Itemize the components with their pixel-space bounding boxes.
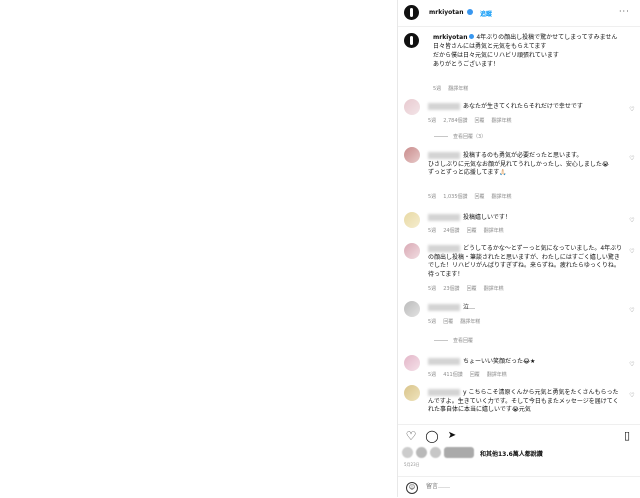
view-replies-link[interactable]: 查看回覆（3） <box>434 133 486 140</box>
comment-time: 5週 <box>428 286 437 292</box>
caption-translate-link[interactable]: 翻譯年糕 <box>448 86 468 92</box>
reply-link[interactable]: 回覆 <box>443 319 453 325</box>
comment-meta: 5週 24個讚 回覆 翻譯年糕 <box>428 227 511 234</box>
author-avatar[interactable] <box>404 5 419 20</box>
caption-time: 5週 <box>433 86 442 92</box>
like-heart-icon[interactable]: ♡ <box>629 107 635 113</box>
liker-avatar[interactable] <box>444 447 474 458</box>
like-heart-icon[interactable]: ♡ <box>629 218 635 224</box>
comment-likes[interactable]: 1,035個讚 <box>443 194 467 200</box>
comment-time: 5週 <box>428 194 437 200</box>
reply-link[interactable]: 回覆 <box>467 228 477 234</box>
more-options-icon[interactable]: ··· <box>619 7 630 16</box>
comment-likes[interactable]: 411個讚 <box>443 372 463 378</box>
commenter-avatar[interactable] <box>404 243 420 259</box>
translate-link[interactable]: 翻譯年糕 <box>484 286 504 292</box>
reply-link[interactable]: 回覆 <box>470 372 480 378</box>
comment-likes[interactable]: 23個讚 <box>443 286 459 292</box>
commenter-name[interactable] <box>428 358 460 365</box>
caption-meta: 5週 翻譯年糕 <box>433 85 475 92</box>
emoji-icon[interactable]: ☺ <box>406 482 418 494</box>
comment-meta: 5週 23個讚 回覆 翻譯年糕 <box>428 285 511 292</box>
commenter-name[interactable] <box>428 152 460 159</box>
post-caption: mrkiyotan 4年ぶりの顔出し投稿で驚かせてしまってすみません 日々皆さん… <box>433 33 631 69</box>
comment-likes[interactable]: 2,784個讚 <box>443 118 467 124</box>
likes-count-text[interactable]: 和其他13.6萬人都說讚 <box>480 449 543 458</box>
caption-avatar[interactable] <box>404 33 419 48</box>
comment-text: あなたが生きてくれたらそれだけで幸せです <box>428 103 623 112</box>
commenter-name[interactable] <box>428 389 460 396</box>
comment-time: 5週 <box>428 319 437 325</box>
comment-time: 5週 <box>428 228 437 234</box>
comment-body: 泣… <box>463 304 476 311</box>
instagram-post-page: mrkiyotan 追蹤 ··· mrkiyotan 4年ぶりの顔出し投稿で驚か… <box>0 0 640 497</box>
like-heart-icon[interactable]: ♡ <box>629 156 635 162</box>
comment-likes[interactable]: 24個讚 <box>443 228 459 234</box>
comment-bubble-icon[interactable]: ◯ <box>425 429 439 443</box>
translate-link[interactable]: 翻譯年糕 <box>460 319 480 325</box>
commenter-avatar[interactable] <box>404 355 420 371</box>
comment-body: あなたが生きてくれたらそれだけで幸せです <box>463 103 583 110</box>
follow-button[interactable]: 追蹤 <box>480 9 492 18</box>
liker-avatar[interactable] <box>416 447 427 458</box>
comment-body: ちょーいい笑顔だった😂★ <box>463 358 536 365</box>
comment-input[interactable] <box>424 482 608 491</box>
translate-link[interactable]: 翻譯年糕 <box>487 372 507 378</box>
comment-time: 5週 <box>428 118 437 124</box>
commenter-name[interactable] <box>428 103 460 110</box>
commenter-avatar[interactable] <box>404 212 420 228</box>
comment-text: 投稿嬉しいです！ <box>428 214 623 223</box>
media-panel <box>0 0 397 497</box>
reply-link[interactable]: 回覆 <box>475 194 485 200</box>
liker-avatar[interactable] <box>430 447 441 458</box>
translate-link[interactable]: 翻譯年糕 <box>492 194 512 200</box>
commenter-avatar[interactable] <box>404 385 420 401</box>
comment-meta: 5週 2,784個讚 回覆 翻譯年糕 <box>428 117 519 124</box>
commenter-avatar[interactable] <box>404 99 420 115</box>
like-heart-icon[interactable]: ♡ <box>629 249 635 255</box>
bookmark-icon[interactable]: ▯ <box>620 429 634 443</box>
comment-meta: 5週 411個讚 回覆 翻譯年糕 <box>428 371 514 378</box>
translate-link[interactable]: 翻譯年糕 <box>484 228 504 234</box>
verified-badge-icon <box>467 9 473 15</box>
liker-avatar[interactable] <box>402 447 413 458</box>
comment-text: どうしてるかな〜とずーっと気になっていました。4年ぶりの顔出し投稿・筆談されたと… <box>428 245 623 279</box>
translate-link[interactable]: 翻譯年糕 <box>492 118 512 124</box>
commenter-name[interactable] <box>428 214 460 221</box>
comment-meta: 5週 1,035個讚 回覆 翻譯年糕 <box>428 193 519 200</box>
like-heart-icon[interactable]: ♡ <box>629 362 635 368</box>
reply-link[interactable]: 回覆 <box>467 286 477 292</box>
comment-meta: 5週 回覆 翻譯年糕 <box>428 318 487 325</box>
post-date: 5月23日 <box>404 462 420 467</box>
author-username[interactable]: mrkiyotan <box>429 9 463 16</box>
comment-text: y こちらこそ清原くんから元気と勇気をたくさんもらったんですよ。生きていく力です… <box>428 389 623 415</box>
post-actions-bar: ♡ ◯ ➤ ▯ 和其他13.6萬人都說讚 5月23日 <box>398 424 640 475</box>
comment-text: 泣… <box>428 304 623 313</box>
comment-text: 投稿するのも勇気が必要だったと思います。 ひさしぶりに元気なお顔が見れてうれしか… <box>428 152 623 178</box>
view-replies-link[interactable]: 查看回覆 <box>434 337 473 344</box>
like-heart-icon[interactable]: ♡ <box>404 429 418 443</box>
comment-time: 5週 <box>428 372 437 378</box>
comments-scroll-area[interactable]: mrkiyotan 4年ぶりの顔出し投稿で驚かせてしまってすみません 日々皆さん… <box>398 27 640 422</box>
verified-badge-icon <box>469 34 475 39</box>
reply-link[interactable]: 回覆 <box>475 118 485 124</box>
like-heart-icon[interactable]: ♡ <box>629 393 635 399</box>
post-header: mrkiyotan 追蹤 ··· <box>398 0 640 27</box>
commenter-name[interactable] <box>428 304 460 311</box>
like-heart-icon[interactable]: ♡ <box>629 308 635 314</box>
share-send-icon[interactable]: ➤ <box>445 429 459 443</box>
commenter-avatar[interactable] <box>404 301 420 317</box>
comment-body: 投稿嬉しいです！ <box>463 214 511 221</box>
commenter-avatar[interactable] <box>404 147 420 163</box>
add-comment-bar: ☺ <box>398 476 640 498</box>
caption-username[interactable]: mrkiyotan <box>433 34 467 41</box>
post-side-panel: mrkiyotan 追蹤 ··· mrkiyotan 4年ぶりの顔出し投稿で驚か… <box>397 0 640 497</box>
commenter-name[interactable] <box>428 245 460 252</box>
comment-text: ちょーいい笑顔だった😂★ <box>428 358 623 367</box>
